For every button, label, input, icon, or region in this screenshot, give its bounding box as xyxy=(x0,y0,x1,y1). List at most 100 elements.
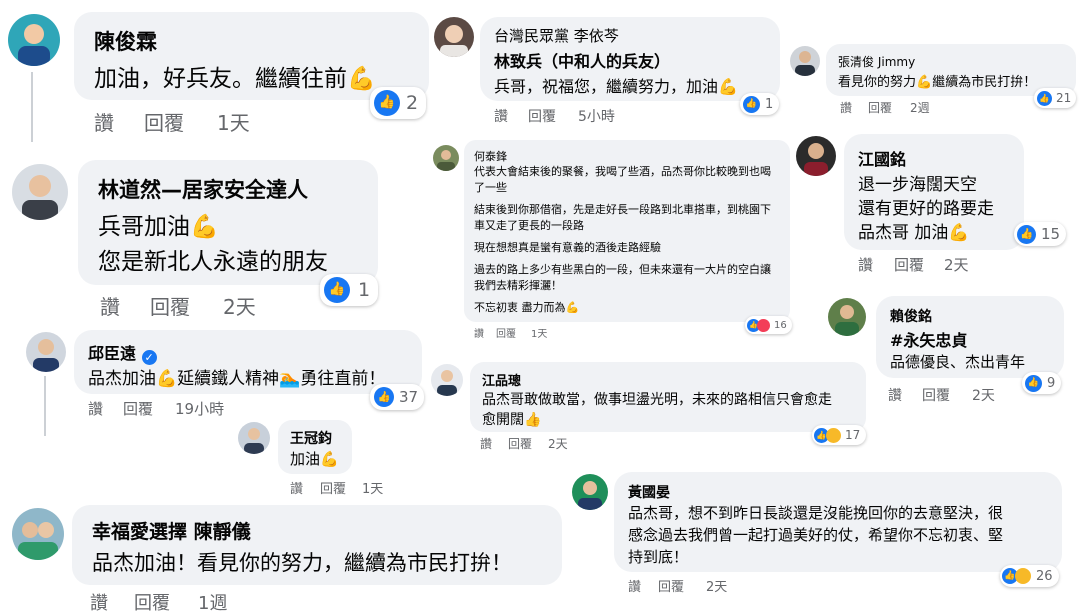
comment-actions: 讚 回覆 5小時 xyxy=(494,106,615,126)
comment-text-line: 品杰哥 加油💪 xyxy=(858,223,970,243)
timestamp[interactable]: 2天 xyxy=(706,576,727,595)
avatar[interactable] xyxy=(8,14,60,66)
timestamp[interactable]: 2天 xyxy=(972,385,995,405)
care-icon xyxy=(826,427,841,443)
comment-bubble: 江品璁 品杰哥敢做敢當，做事坦盪光明，未來的路相信只會愈走 愈開闊👍 xyxy=(470,362,866,432)
comment-bubble: 王冠鈞 加油💪 xyxy=(278,420,352,474)
comment-text-line: 您是新北人永遠的朋友 xyxy=(98,249,328,275)
flexed-biceps-icon: 💪 xyxy=(320,450,339,468)
reply-link[interactable]: 回覆 xyxy=(150,291,223,320)
commenter-name[interactable]: 何泰鋒 xyxy=(474,148,507,164)
flexed-biceps-icon: 💪 xyxy=(347,66,376,92)
reply-link[interactable]: 回覆 xyxy=(868,99,910,116)
like-link[interactable]: 讚 xyxy=(480,435,508,452)
avatar[interactable] xyxy=(433,145,459,171)
timestamp[interactable]: 5小時 xyxy=(578,106,615,126)
flexed-biceps-icon: 💪 xyxy=(948,223,970,243)
comment-bubble: 何泰鋒 代表大會結束後的聚餐，我喝了些酒，品杰哥你比較晚到也喝了一些 結束後到你… xyxy=(464,140,790,322)
avatar[interactable] xyxy=(431,364,463,396)
like-link[interactable]: 讚 xyxy=(290,478,320,497)
flexed-biceps-icon: 💪 xyxy=(565,301,580,314)
commenter-name[interactable]: 賴俊銘 xyxy=(890,306,932,326)
reply-link[interactable]: 回覆 xyxy=(658,576,706,595)
avatar[interactable] xyxy=(828,298,866,336)
like-icon xyxy=(1037,90,1052,106)
reaction-count[interactable]: 16 xyxy=(745,316,792,334)
reaction-count[interactable]: 2 xyxy=(370,87,427,119)
timestamp[interactable]: 2週 xyxy=(910,99,930,116)
reply-link[interactable]: 回覆 xyxy=(894,254,944,275)
timestamp[interactable]: 1天 xyxy=(362,478,383,497)
reply-link[interactable]: 回覆 xyxy=(528,106,578,126)
reply-link[interactable]: 回覆 xyxy=(922,385,972,405)
reply-link[interactable]: 回覆 xyxy=(144,107,217,136)
like-link[interactable]: 讚 xyxy=(840,99,868,116)
like-link[interactable]: 讚 xyxy=(474,325,496,340)
timestamp[interactable]: 2天 xyxy=(548,435,568,452)
commenter-name[interactable]: 王冠鈞 xyxy=(290,428,332,448)
flexed-biceps-icon: 💪 xyxy=(916,75,933,90)
commenter-name[interactable]: 幸福愛選擇 陳靜儀 xyxy=(92,517,251,544)
timestamp[interactable]: 1天 xyxy=(531,325,547,340)
comment-text-line: 持到底！ xyxy=(628,548,689,566)
comment-text: 品德優良、杰出青年 xyxy=(890,353,1026,371)
commenter-name[interactable]: 江品璁 xyxy=(482,370,521,389)
reaction-count[interactable]: 15 xyxy=(1014,222,1067,246)
comment-bubble: 江國銘 退一步海闊天空 還有更好的路要走 品杰哥 加油💪 xyxy=(844,134,1024,250)
comment-paragraph: 現在想想真是蠻有意義的酒後走路經驗 xyxy=(474,241,661,254)
reply-link[interactable]: 回覆 xyxy=(508,435,548,452)
like-link[interactable]: 讚 xyxy=(494,106,528,126)
commenter-subname: 林致兵（中和人的兵友） xyxy=(494,52,671,71)
avatar[interactable] xyxy=(26,332,66,372)
commenter-name[interactable]: 黃國晏 xyxy=(628,482,670,502)
comment-text-line: 愈開闊👍 xyxy=(482,412,542,428)
avatar[interactable] xyxy=(434,17,474,57)
commenter-name[interactable]: 林道然—居家安全達人 xyxy=(98,174,308,204)
comment-paragraph: 不忘初衷 盡力而為💪 xyxy=(474,301,580,314)
timestamp[interactable]: 1天 xyxy=(217,107,250,136)
commenter-name[interactable]: 張清俊 Jimmy xyxy=(838,53,915,70)
like-icon xyxy=(374,387,394,407)
reaction-count[interactable]: 21 xyxy=(1034,88,1077,108)
comment-bubble: 陳俊霖 加油，好兵友。繼續往前💪 xyxy=(74,12,429,100)
comment-bubble: 台灣民眾黨 李依芩 林致兵（中和人的兵友） 兵哥，祝福您，繼續努力，加油💪 xyxy=(480,17,780,101)
reply-link[interactable]: 回覆 xyxy=(123,398,175,419)
like-link[interactable]: 讚 xyxy=(858,254,894,275)
hashtag[interactable]: #永矢忠貞 xyxy=(890,327,967,351)
avatar[interactable] xyxy=(12,508,64,560)
avatar[interactable] xyxy=(12,164,68,220)
reaction-count[interactable]: 37 xyxy=(370,384,425,410)
reply-link[interactable]: 回覆 xyxy=(320,478,362,497)
avatar[interactable] xyxy=(238,422,270,454)
commenter-name[interactable]: 台灣民眾黨 李依芩 xyxy=(494,25,619,46)
like-link[interactable]: 讚 xyxy=(100,291,150,320)
reply-link[interactable]: 回覆 xyxy=(496,325,531,340)
comment-actions: 讚 回覆 2天 xyxy=(100,291,256,320)
commenter-name[interactable]: 陳俊霖 xyxy=(94,26,157,56)
like-link[interactable]: 讚 xyxy=(94,107,144,136)
timestamp[interactable]: 1週 xyxy=(198,589,227,615)
commenter-name[interactable]: 江國銘 xyxy=(858,146,906,170)
reaction-count[interactable]: 1 xyxy=(740,93,780,115)
reaction-count[interactable]: 1 xyxy=(320,274,379,306)
timestamp[interactable]: 19小時 xyxy=(175,398,224,419)
avatar[interactable] xyxy=(790,46,820,76)
like-link[interactable]: 讚 xyxy=(88,398,123,419)
avatar[interactable] xyxy=(796,136,836,176)
comment-text: 看見你的努力💪繼續為市民打拚！ xyxy=(838,75,1037,90)
like-icon xyxy=(374,90,400,116)
timestamp[interactable]: 2天 xyxy=(223,291,256,320)
reply-link[interactable]: 回覆 xyxy=(134,589,198,615)
timestamp[interactable]: 2天 xyxy=(944,254,969,275)
commenter-name[interactable]: 邱臣遠 ✓ xyxy=(88,340,157,365)
reaction-count[interactable]: 17 xyxy=(812,425,867,445)
comment-text-line: 兵哥加油💪 xyxy=(98,214,219,240)
like-link[interactable]: 讚 xyxy=(888,385,922,405)
reaction-count[interactable]: 26 xyxy=(1000,565,1059,587)
avatar[interactable] xyxy=(572,474,608,510)
swimmer-icon: 🏊 xyxy=(279,369,301,389)
like-link[interactable]: 讚 xyxy=(90,589,134,615)
thread-line xyxy=(31,72,33,142)
reaction-count[interactable]: 9 xyxy=(1022,372,1062,394)
like-link[interactable]: 讚 xyxy=(628,576,658,595)
